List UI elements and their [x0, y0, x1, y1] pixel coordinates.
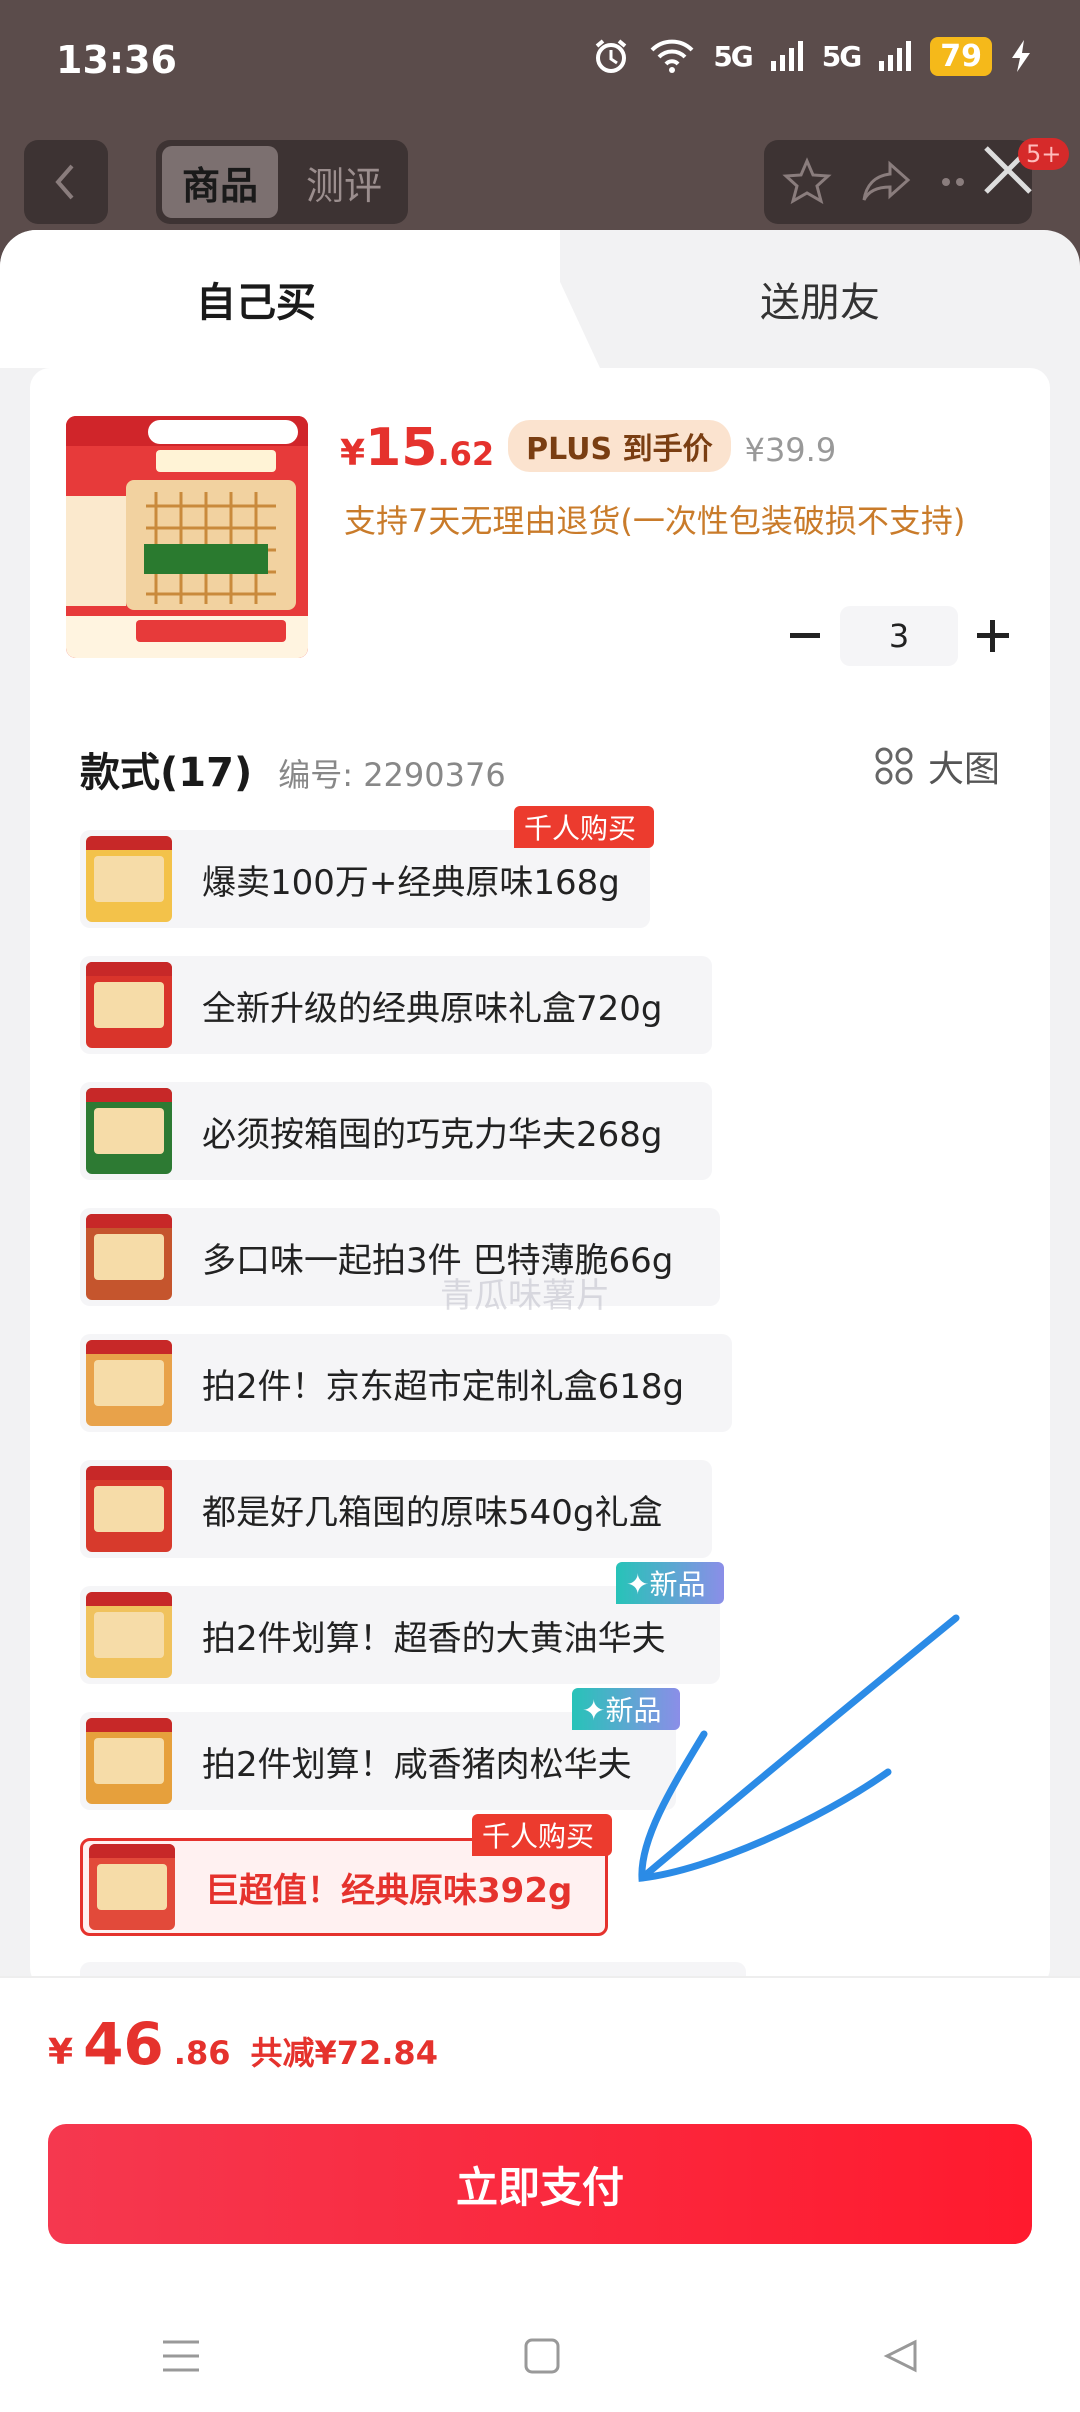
total-price: ¥46.86 共减¥72.84 [48, 2010, 438, 2078]
variant-thumbnail [86, 962, 172, 1048]
variant-label: 必须按箱囤的巧克力华夫268g [202, 1114, 663, 1155]
current-price: ¥15.62 [340, 418, 495, 478]
sheet-tabs: 自己买 送朋友 [0, 230, 1080, 368]
variant-tag: 千人购买 [472, 1814, 612, 1856]
signal-bars-icon [770, 41, 803, 71]
menu-icon[interactable] [161, 2338, 201, 2374]
alarm-icon [596, 39, 627, 73]
variant-thumbnail [86, 1718, 172, 1804]
variant-option[interactable]: 全新升级的经典原味礼盒720g [80, 956, 712, 1054]
charging-icon [1012, 40, 1030, 72]
variant-tag: ✦新品 [616, 1562, 724, 1604]
variant-option[interactable]: 必须按箱囤的巧克力华夫268g [80, 1082, 712, 1180]
variant-thumbnail [86, 1340, 172, 1426]
chevron-left-icon [55, 164, 74, 200]
product-thumbnail[interactable] [66, 416, 308, 658]
return-policy-note: 支持7天无理由退货(一次性包装破损不支持) [344, 502, 966, 540]
variant-option[interactable]: 拍2件！京东超市定制礼盒618g [80, 1334, 732, 1432]
saved-amount: 共减¥72.84 [250, 2034, 438, 2072]
tab-send-friend[interactable]: 送朋友 [760, 270, 880, 328]
wifi-icon [650, 39, 694, 73]
quantity-stepper: 3 [770, 606, 1028, 666]
variant-thumbnail [86, 1214, 172, 1300]
variant-thumbnail [86, 836, 172, 922]
variant-thumbnail [89, 1844, 175, 1930]
pay-now-button[interactable]: 立即支付 [48, 2124, 1032, 2244]
status-time: 13:36 [56, 38, 177, 82]
variant-option[interactable]: 都是好几箱囤的原味540g礼盒 [80, 1460, 712, 1558]
tab-self-curve [520, 230, 600, 368]
watermark-text: 青瓜味薯片 [440, 1276, 610, 1316]
variant-label: 都是好几箱囤的原味540g礼盒 [202, 1492, 663, 1533]
increase-button[interactable] [958, 606, 1028, 666]
back-button[interactable] [24, 140, 108, 224]
big-image-toggle[interactable]: 大图 [874, 740, 1000, 792]
signal-5g-icon-2: 5G [821, 39, 862, 73]
variant-label: 全新升级的经典原味礼盒720g [202, 988, 663, 1029]
tab-product[interactable]: 商品 [162, 146, 278, 218]
tab-review[interactable]: 测评 [286, 146, 402, 218]
decrease-button[interactable] [770, 606, 840, 666]
plus-icon [977, 620, 1009, 652]
spec-number: 编号: 2290376 [278, 756, 506, 794]
variant-thumbnail [86, 1592, 172, 1678]
system-nav-bar [0, 2300, 1080, 2412]
arrow-annotation [638, 1614, 960, 1882]
variant-label: 拍2件划算！咸香猪肉松华夫 [202, 1744, 632, 1785]
variant-label: 拍2件！京东超市定制礼盒618g [202, 1366, 685, 1407]
battery-level: 79 [930, 36, 992, 76]
more-icon[interactable] [940, 176, 980, 188]
status-bar: 13:36 5G 5G 79 [0, 0, 1080, 120]
grid-icon [875, 747, 913, 785]
status-icons: 5G 5G 79 [591, 36, 1032, 76]
share-icon[interactable] [860, 160, 912, 204]
variant-thumbnail [86, 1088, 172, 1174]
big-image-label: 大图 [927, 749, 1000, 790]
spec-header: 款式(17) 编号: 2290376 [80, 740, 506, 798]
tab-buy-self[interactable]: 自己买 [196, 270, 316, 328]
spec-title: 款式(17) [80, 750, 253, 796]
star-icon[interactable] [782, 157, 832, 207]
notification-badge: 5+ [1018, 138, 1070, 170]
variant-label: 爆卖100万+经典原味168g [202, 862, 620, 903]
waffle-package-image [66, 416, 308, 658]
plus-price-tag: PLUS 到手价 [508, 420, 731, 472]
signal-5g-icon: 5G [713, 39, 753, 73]
variant-thumbnail [86, 1466, 172, 1552]
signal-bars-icon-2 [879, 41, 912, 71]
price-row: ¥15.62 PLUS 到手价 ¥39.9 [340, 418, 836, 478]
variant-label: 巨超值！经典原味392g [205, 1870, 573, 1911]
back-nav-icon[interactable] [883, 2338, 919, 2374]
variant-tag: 千人购买 [514, 806, 654, 848]
minus-icon [790, 633, 820, 638]
page-tabs: 商品 测评 [156, 140, 408, 224]
home-icon[interactable] [524, 2338, 560, 2374]
variant-option[interactable]: 多口味一起拍3件 巴特薄脆66g [80, 1208, 720, 1306]
quantity-input[interactable]: 3 [840, 606, 958, 666]
original-price: ¥39.9 [744, 431, 837, 469]
